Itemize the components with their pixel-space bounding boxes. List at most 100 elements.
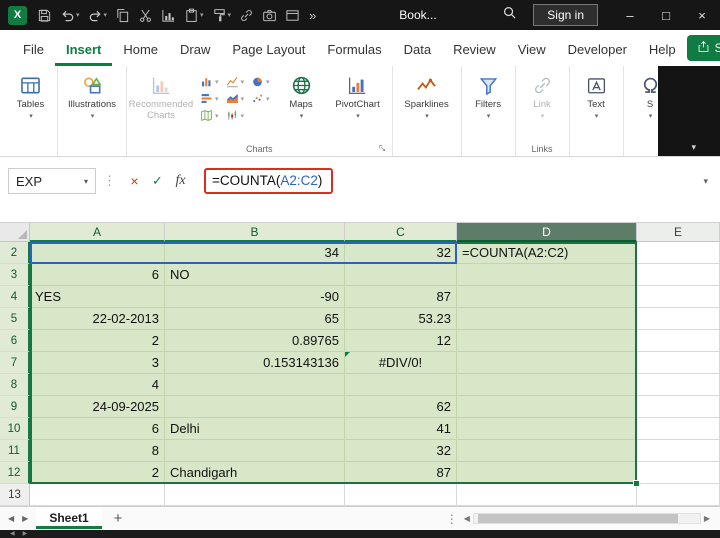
save-icon[interactable] [33,8,56,23]
ribbon-button-filters[interactable]: Filters ▾ [465,68,512,120]
format-painter-icon[interactable]: ▾ [208,8,236,23]
cell-B4[interactable]: -90 [165,286,345,308]
sheet-nav-left-icon[interactable]: ◀ [4,514,18,523]
excel-logo-icon[interactable]: X [8,5,27,25]
row-header-3[interactable]: 3 [0,264,30,286]
ribbon-button-sparklines[interactable]: Sparklines ▾ [396,68,458,120]
cell-D10[interactable] [457,418,637,440]
row-header-7[interactable]: 7 [0,352,30,374]
window-icon[interactable] [281,8,304,23]
ribbon-button-illustrations[interactable]: Illustrations ▾ [61,68,123,120]
row-header-4[interactable]: 4 [0,286,30,308]
cancel-button[interactable]: × [123,173,146,189]
cell-D11[interactable] [457,440,637,462]
cell-D13[interactable] [457,484,637,506]
dialog-launcher-icon[interactable] [378,144,387,153]
cell-D7[interactable] [457,352,637,374]
cell-C9[interactable]: 62 [345,396,457,418]
ribbon-collapse-icon[interactable]: ▾ [691,142,696,153]
cell-C8[interactable] [345,374,457,396]
row-header-13[interactable]: 13 [0,484,30,506]
toolbar-overflow-icon[interactable]: » [304,8,321,23]
cell-A2[interactable] [30,242,165,264]
cell-E7[interactable] [637,352,720,374]
ribbon-button-link[interactable]: Link ▾ [519,68,566,120]
cell-E9[interactable] [637,396,720,418]
cell-D3[interactable] [457,264,637,286]
cell-E10[interactable] [637,418,720,440]
formula-bar-options-icon[interactable]: ⋮ [103,173,116,189]
menu-tab-developer[interactable]: Developer [557,34,638,66]
status-nav-left-icon[interactable]: ◀ [10,530,15,538]
cell-C6[interactable]: 12 [345,330,457,352]
column-header-C[interactable]: C [345,223,457,242]
minimize-button[interactable]: – [612,0,648,30]
docked-task-pane[interactable]: ▾ [658,66,720,156]
menu-tab-draw[interactable]: Draw [169,34,221,66]
add-sheet-button[interactable]: + [106,510,131,527]
cell-C2[interactable]: 32 [345,242,457,264]
row-header-9[interactable]: 9 [0,396,30,418]
column-header-B[interactable]: B [165,223,345,242]
enter-button[interactable]: ✓ [146,173,169,189]
cell-D2[interactable]: =COUNTA(A2:C2) [457,242,637,264]
close-button[interactable]: × [684,0,720,30]
cut-icon[interactable] [134,8,157,23]
cell-E4[interactable] [637,286,720,308]
cell-C7[interactable]: #DIV/0! [345,352,457,374]
cell-C5[interactable]: 53.23 [345,308,457,330]
sheet-nav-right-icon[interactable]: ▶ [18,514,32,523]
cell-A10[interactable]: 6 [30,418,165,440]
redo-icon[interactable]: ▾ [84,8,112,23]
cell-A12[interactable]: 2 [30,462,165,484]
cell-D9[interactable] [457,396,637,418]
cell-C10[interactable]: 41 [345,418,457,440]
cell-B7[interactable]: 0.153143136 [165,352,345,374]
cell-A9[interactable]: 24-09-2025 [30,396,165,418]
link-icon[interactable] [235,8,258,23]
cell-A4[interactable]: YES [30,286,165,308]
undo-icon[interactable]: ▾ [56,8,84,23]
area-chart-icon[interactable]: ▾ [226,92,244,105]
map-chart-icon[interactable]: ▾ [200,109,219,122]
insert-function-button[interactable]: fx [169,173,192,189]
cell-E2[interactable] [637,242,720,264]
bar-chart-icon[interactable]: ▾ [200,92,219,105]
cell-B8[interactable] [165,374,345,396]
cell-B2[interactable]: 34 [165,242,345,264]
menu-tab-help[interactable]: Help [638,34,687,66]
pie-chart-icon[interactable]: ▾ [251,75,270,88]
status-nav-right-icon[interactable]: ▶ [23,530,28,538]
sheet-tab-sheet1[interactable]: Sheet1 [36,508,102,529]
ribbon-button-recommended-charts[interactable]: Recommended Charts [129,68,193,122]
row-header-8[interactable]: 8 [0,374,30,396]
cell-E3[interactable] [637,264,720,286]
cell-B9[interactable] [165,396,345,418]
formula-input[interactable]: =COUNTA(A2:C2) [192,168,695,194]
ribbon-button-maps[interactable]: Maps ▾ [278,68,325,120]
cell-E12[interactable] [637,462,720,484]
ribbon-button-text[interactable]: Text ▾ [573,68,620,120]
row-header-10[interactable]: 10 [0,418,30,440]
cell-E5[interactable] [637,308,720,330]
menu-tab-formulas[interactable]: Formulas [316,34,392,66]
cell-B5[interactable]: 65 [165,308,345,330]
cell-E8[interactable] [637,374,720,396]
cell-A11[interactable]: 8 [30,440,165,462]
cell-A5[interactable]: 22-02-2013 [30,308,165,330]
select-all-corner[interactable] [0,223,30,242]
column-header-E[interactable]: E [637,223,720,242]
cell-B3[interactable]: NO [165,264,345,286]
scatter-chart-icon[interactable]: ▾ [251,92,270,105]
menu-tab-data[interactable]: Data [393,34,442,66]
scrollbar-track[interactable] [472,513,701,524]
cell-E11[interactable] [637,440,720,462]
stock-chart-icon[interactable]: ▾ [226,109,244,122]
menu-tab-home[interactable]: Home [112,34,169,66]
cell-A3[interactable]: 6 [30,264,165,286]
cell-D4[interactable] [457,286,637,308]
cell-B11[interactable] [165,440,345,462]
cell-C3[interactable] [345,264,457,286]
maximize-button[interactable]: □ [648,0,684,30]
camera-icon[interactable] [258,8,281,23]
